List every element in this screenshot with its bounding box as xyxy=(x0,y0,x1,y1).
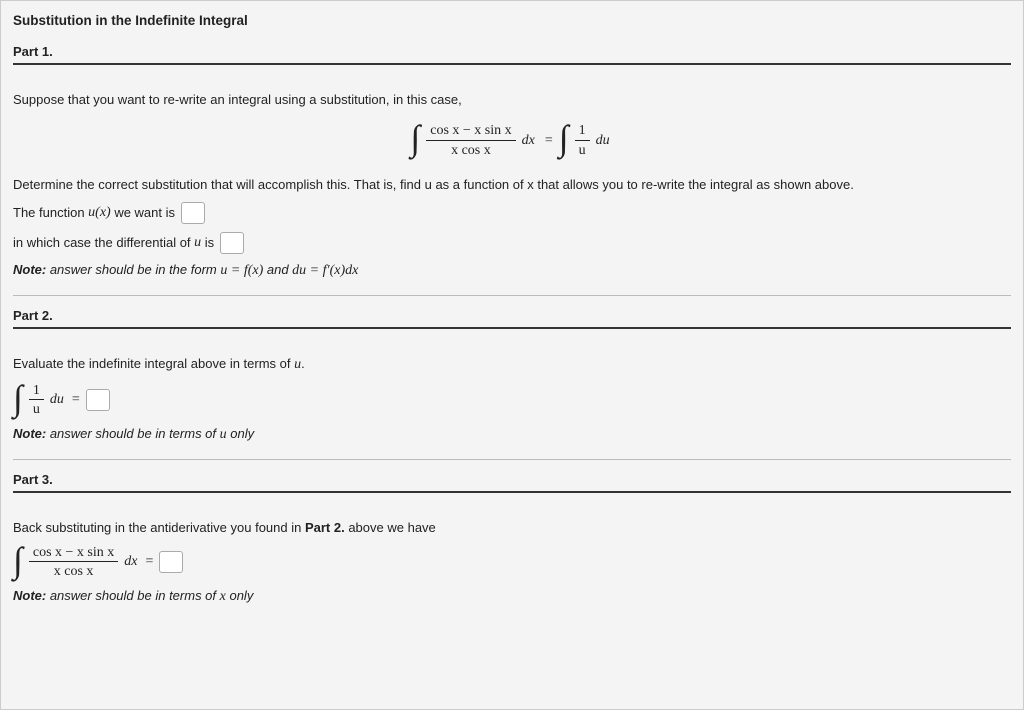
integral-icon: ∫ xyxy=(559,126,569,151)
problem-container: Substitution in the Indefinite Integral … xyxy=(0,0,1024,710)
part3-frac: cos x − x sin x x cos x xyxy=(29,545,118,580)
integral-icon: ∫ xyxy=(410,126,420,151)
part1-lhs-frac: cos x − x sin x x cos x xyxy=(426,123,515,158)
part2-note-text: answer should be in terms of xyxy=(46,426,219,441)
part1-du-input[interactable] xyxy=(220,232,244,254)
part3-intro-a: Back substituting in the antiderivative … xyxy=(13,520,305,535)
integral-icon: ∫ xyxy=(13,548,23,573)
part3-intro-b: above we have xyxy=(345,520,436,535)
problem-title: Substitution in the Indefinite Integral xyxy=(13,9,1011,32)
part3-note-suffix: only xyxy=(226,588,253,603)
part3-heading: Part 3. xyxy=(13,460,1011,493)
part3-den: x cos x xyxy=(29,562,118,579)
part1-func-prefix: The function xyxy=(13,205,88,220)
part2-equation: ∫ 1 u du = xyxy=(13,383,1011,418)
note-label: Note: xyxy=(13,262,46,277)
part2-note-u: u xyxy=(220,427,227,442)
part2-du: du xyxy=(46,390,68,410)
part1-dx: dx xyxy=(518,133,539,149)
part3-equation: ∫ cos x − x sin x x cos x dx = xyxy=(13,545,1011,580)
part2-heading: Part 2. xyxy=(13,296,1011,329)
part2-num: 1 xyxy=(29,383,44,400)
note-label: Note: xyxy=(13,588,46,603)
part3-dx: dx xyxy=(120,552,141,572)
part1-note: Note: answer should be in the form u = f… xyxy=(13,262,1011,279)
part1-lhs-num: cos x − x sin x xyxy=(426,123,515,140)
part1-diff-suffix: is xyxy=(201,235,218,250)
part1-rhs-frac: 1 u xyxy=(575,123,590,158)
part2-answer-input[interactable] xyxy=(86,389,110,411)
part1-ux: u(x) xyxy=(88,205,111,220)
part1-diff-row: in which case the differential of u is xyxy=(13,232,1011,254)
integral-icon: ∫ xyxy=(13,386,23,411)
part1-heading: Part 1. xyxy=(13,32,1011,65)
part1-rhs-num: 1 xyxy=(575,123,590,140)
part2-note: Note: answer should be in terms of u onl… xyxy=(13,426,1011,443)
part2-equals: = xyxy=(68,390,84,410)
part1-note-eq2: du = f′(x)dx xyxy=(292,263,358,278)
part1-lhs-den: x cos x xyxy=(426,141,515,158)
part2-content: Evaluate the indefinite integral above i… xyxy=(13,335,1011,459)
part1-equals: = xyxy=(539,133,559,149)
part1-lhs: ∫ cos x − x sin x x cos x dx = ∫ 1 u du xyxy=(410,123,613,158)
part1-determine: Determine the correct substitution that … xyxy=(13,176,1011,194)
part1-diff-prefix: in which case the differential of xyxy=(13,235,194,250)
part3-note-text: answer should be in terms of xyxy=(46,588,219,603)
note-label: Note: xyxy=(13,426,46,441)
part1-du: du xyxy=(592,133,614,149)
part1-rhs-den: u xyxy=(575,141,590,158)
part2-intro: Evaluate the indefinite integral above i… xyxy=(13,355,1011,375)
part1-equation: ∫ cos x − x sin x x cos x dx = ∫ 1 u du xyxy=(13,123,1011,158)
part2-frac: 1 u xyxy=(29,383,44,418)
part2-note-suffix: only xyxy=(227,426,254,441)
part1-content: Suppose that you want to re-write an int… xyxy=(13,71,1011,296)
part3-equals: = xyxy=(142,552,158,572)
part1-function-row: The function u(x) we want is xyxy=(13,202,1011,224)
part2-intro-suffix: . xyxy=(301,356,305,371)
part1-ux-input[interactable] xyxy=(181,202,205,224)
part3-answer-input[interactable] xyxy=(159,551,183,573)
part3-note: Note: answer should be in terms of x onl… xyxy=(13,588,1011,605)
part3-intro: Back substituting in the antiderivative … xyxy=(13,519,1011,537)
part3-intro-bold: Part 2. xyxy=(305,520,345,535)
part2-den: u xyxy=(29,400,44,417)
part1-func-suffix: we want is xyxy=(111,205,179,220)
part1-note-and: and xyxy=(263,262,292,277)
part2-intro-a: Evaluate the indefinite integral above i… xyxy=(13,356,294,371)
part3-content: Back substituting in the antiderivative … xyxy=(13,499,1011,621)
part1-intro: Suppose that you want to re-write an int… xyxy=(13,91,1011,109)
part1-note-text: answer should be in the form xyxy=(46,262,220,277)
part1-note-eq1: u = f(x) xyxy=(220,263,263,278)
part3-num: cos x − x sin x xyxy=(29,545,118,562)
